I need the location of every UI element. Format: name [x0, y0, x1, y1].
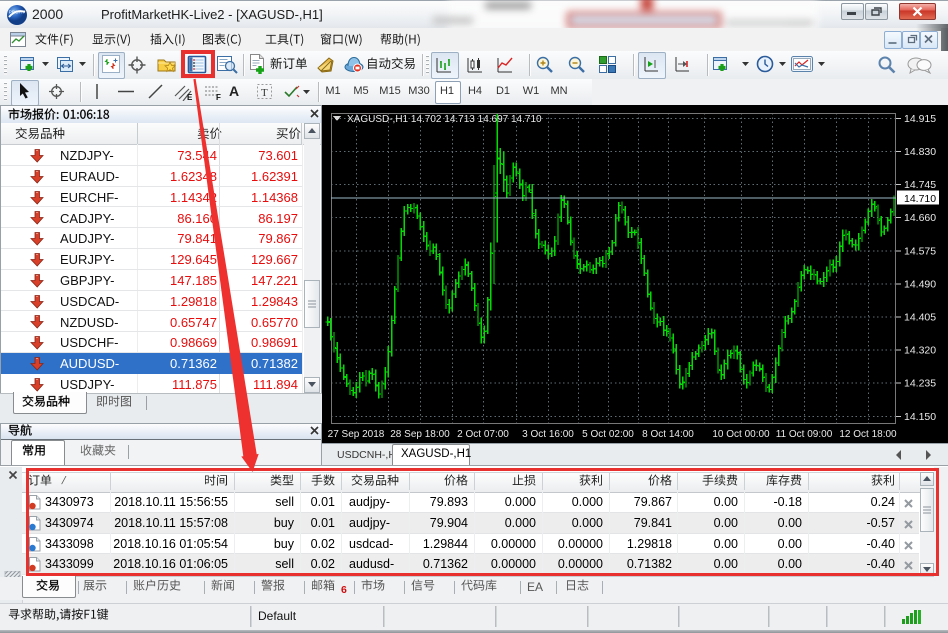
svg-text:14.575: 14.575 [904, 245, 936, 257]
svg-text:14.660: 14.660 [904, 212, 936, 224]
svg-text:11 Oct 09:00: 11 Oct 09:00 [776, 429, 833, 440]
svg-text:F: F [216, 93, 221, 101]
svg-text:14.710: 14.710 [904, 193, 936, 205]
svg-text:14.915: 14.915 [904, 113, 936, 125]
svg-text:XAGUSD-,H1 14.702 14.713 14.6: XAGUSD-,H1 14.702 14.713 14.697 14.710 [347, 114, 542, 125]
svg-text:3 Oct 16:00: 3 Oct 16:00 [522, 429, 574, 440]
svg-text:14.235: 14.235 [904, 378, 936, 390]
svg-text:14.150: 14.150 [904, 411, 936, 423]
svg-text:E: E [187, 93, 193, 101]
svg-text:27 Sep 2018: 27 Sep 2018 [328, 429, 385, 440]
svg-text:10 Oct 00:00: 10 Oct 00:00 [712, 429, 770, 440]
svg-text:5 Oct 02:00: 5 Oct 02:00 [582, 429, 634, 440]
svg-text:28 Sep 18:00: 28 Sep 18:00 [390, 429, 450, 440]
svg-text:T: T [261, 87, 268, 99]
svg-text:14.745: 14.745 [904, 179, 936, 191]
svg-text:12 Oct 18:00: 12 Oct 18:00 [839, 429, 897, 440]
svg-text:14.830: 14.830 [904, 146, 936, 158]
svg-text:14.405: 14.405 [904, 312, 936, 324]
svg-text:2 Oct 07:00: 2 Oct 07:00 [457, 429, 509, 440]
svg-text:PROFIT: PROFIT [9, 10, 26, 15]
svg-text:14.320: 14.320 [904, 345, 936, 357]
svg-text:14.490: 14.490 [904, 278, 936, 290]
svg-text:8 Oct 14:00: 8 Oct 14:00 [642, 429, 694, 440]
